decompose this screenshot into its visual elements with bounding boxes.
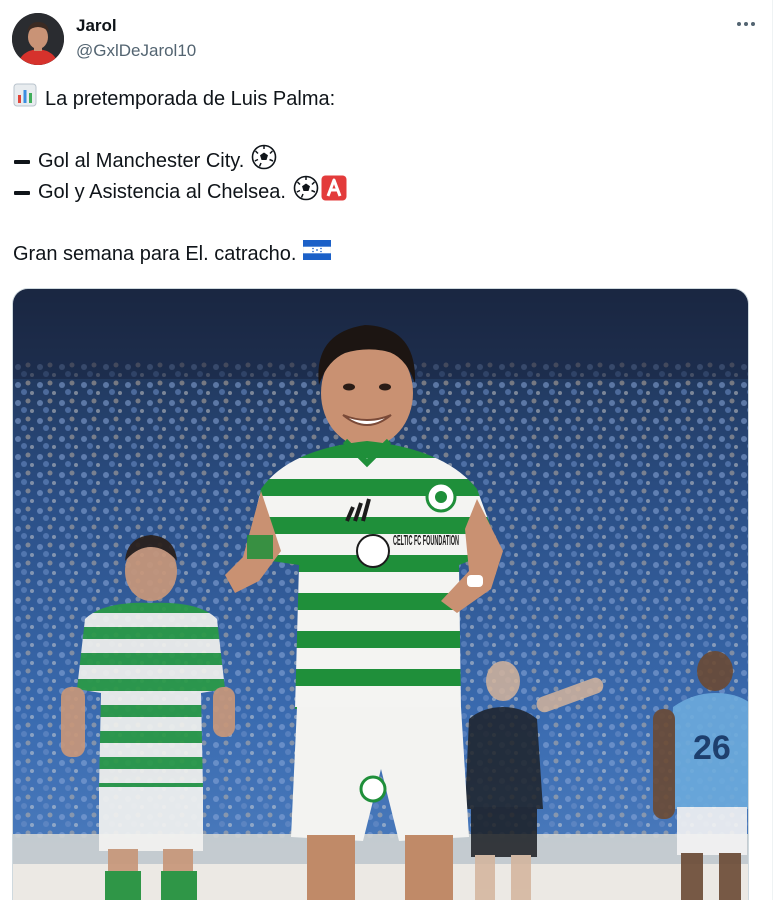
avatar[interactable]	[12, 13, 64, 65]
tweet-card: Jarol @GxlDeJarol10 La pretemporada de L…	[0, 0, 773, 900]
heavy-minus-icon	[13, 146, 31, 177]
tweet-line-2: Gol al Manchester City.	[13, 144, 752, 180]
more-options-icon[interactable]	[734, 12, 758, 36]
tweet-header: Jarol @GxlDeJarol10	[12, 12, 758, 68]
user-handle[interactable]: @GxlDeJarol10	[76, 40, 196, 62]
opponent-number: 26	[693, 729, 731, 767]
tweet-line-3-text: Gol y Asistencia al Chelsea.	[38, 181, 286, 203]
tweet-text: La pretemporada de Luis Palma: Gol al Ma…	[13, 83, 752, 270]
tweet-line-3: Gol y Asistencia al Chelsea.	[13, 175, 752, 211]
tweet-line-4-text: Gran semana para El. catracho.	[13, 243, 297, 265]
tweet-photo[interactable]: 26 CELTIC FC FOUNDATION	[12, 288, 749, 900]
tweet-line-1-text: La pretemporada de Luis Palma:	[45, 88, 336, 110]
letter-a-button-icon	[321, 175, 347, 211]
author-names: Jarol @GxlDeJarol10	[76, 15, 196, 62]
tweet-line-4: Gran semana para El. catracho.	[13, 239, 752, 270]
tweet-line-1: La pretemporada de Luis Palma:	[13, 83, 752, 117]
tweet-line-2-text: Gol al Manchester City.	[38, 150, 245, 172]
soccer-ball-icon	[293, 175, 319, 211]
display-name[interactable]: Jarol	[76, 15, 196, 37]
jersey-sponsor: CELTIC FC FOUNDATION	[393, 532, 459, 549]
honduras-flag-icon	[303, 239, 332, 270]
soccer-ball-icon	[251, 144, 277, 180]
bar-chart-emoji-icon	[13, 83, 37, 117]
heavy-minus-icon	[13, 177, 31, 208]
